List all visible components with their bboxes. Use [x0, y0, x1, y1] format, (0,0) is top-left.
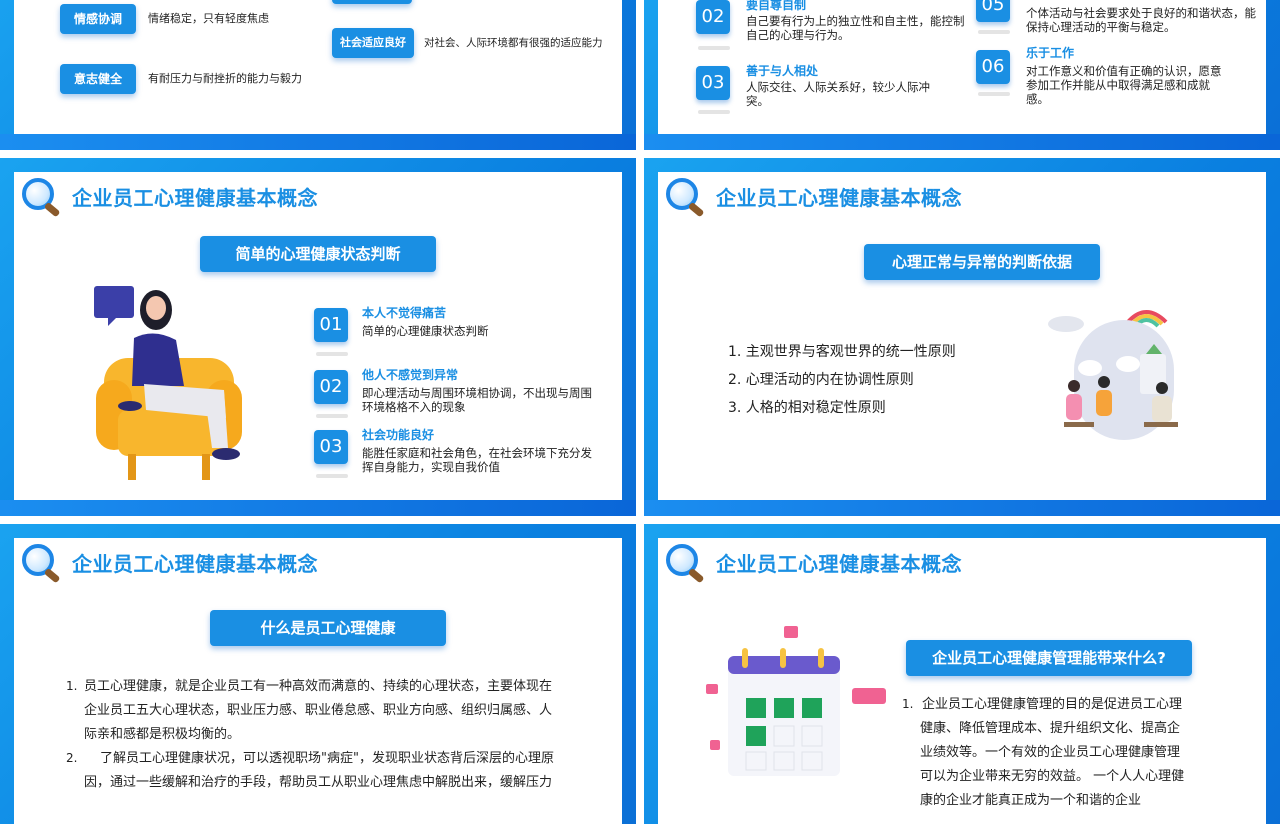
item-05-text: 个体活动与社会要求处于良好的和谐状态，能保持心理活动的平衡与稳定。: [1026, 6, 1256, 34]
subtitle-pill: 心理正常与异常的判断依据: [864, 244, 1100, 280]
item-01-num: 01: [314, 308, 348, 342]
item-01-text: 简单的心理健康状态判断: [362, 324, 489, 338]
magnifier-icon: [18, 176, 64, 218]
slide-mid-left[interactable]: 企业员工心理健康基本概念 简单的心理健康状态判断 01 本人不觉得痛苦 简单的心…: [0, 158, 636, 516]
slide-bottom-right[interactable]: 企业员工心理健康基本概念 企业员工心理健康管理能带来什么? 1. 企业员工心理健康…: [644, 524, 1280, 824]
people-talking-illustration: [1048, 310, 1178, 440]
item-06-num: 06: [976, 50, 1010, 84]
tag-emotion-desc: 情绪稳定，只有轻度焦虑: [148, 12, 269, 25]
slide-title: 企业员工心理健康基本概念: [72, 185, 318, 210]
list-item: 3. 人格的相对稳定性原则: [728, 400, 886, 416]
item-05-num: 05: [976, 0, 1010, 22]
tag-social-desc: 对社会、人际环境都有很强的适应能力: [424, 37, 603, 49]
item-03-title: 社会功能良好: [362, 428, 435, 442]
slide-title: 企业员工心理健康基本概念: [716, 185, 962, 210]
paragraph-1: 1. 员工心理健康，就是企业员工有一种高效而满意的、持续的心理状态，主要体现在 企…: [66, 679, 553, 742]
item-02-title: 他人不感觉到异常: [362, 368, 459, 382]
tag-social: 社会适应良好: [332, 28, 414, 58]
slide-header: 企业员工心理健康基本概念: [18, 542, 318, 584]
list-item: 2. 心理活动的内在协调性原则: [728, 372, 914, 388]
slide-title: 企业员工心理健康基本概念: [716, 551, 962, 576]
subtitle-pill: 简单的心理健康状态判断: [200, 236, 436, 272]
item-03-num: 03: [314, 430, 348, 464]
paragraph-1: 1. 企业员工心理健康管理的目的是促进员工心理 健康、降低管理成本、提升组织文化、…: [902, 697, 1185, 808]
tag-partial: [332, 0, 412, 4]
subtitle-pill: 什么是员工心理健康: [210, 610, 446, 646]
item-06-text: 对工作意义和价值有正确的认识，愿意参加工作并能从中取得满足感和成就感。: [1026, 64, 1222, 106]
item-02-num: 02: [696, 0, 730, 34]
criteria-list: 1. 主观世界与客观世界的统一性原则 2. 心理活动的内在协调性原则 3. 人格…: [728, 338, 956, 422]
magnifier-icon: [18, 542, 64, 584]
item-06-title: 乐于工作: [1026, 46, 1075, 60]
calendar-illustration: [706, 626, 886, 776]
item-03-text: 能胜任家庭和社会角色，在社会环境下充分发挥自身能力，实现自我价值: [362, 446, 592, 474]
slide-header: 企业员工心理健康基本概念: [662, 542, 962, 584]
paragraph-2: 2. 了解员工心理健康状况，可以透视职场"病症"，发现职业状态背后深层的心理原 因…: [66, 751, 554, 790]
item-01-title: 本人不觉得痛苦: [362, 306, 447, 320]
tag-emotion: 情感协调: [60, 4, 136, 34]
woman-armchair-illustration: [94, 286, 242, 480]
slide-top-right[interactable]: 02 要自尊自制 自己要有行为上的独立性和自主性，能控制自己的心理与行为。 03…: [644, 0, 1280, 150]
tag-will: 意志健全: [60, 64, 136, 94]
slide-bottom-left[interactable]: 企业员工心理健康基本概念 什么是员工心理健康 1. 员工心理健康，就是企业员工有一…: [0, 524, 636, 824]
item-02-text: 自己要有行为上的独立性和自主性，能控制自己的心理与行为。: [746, 14, 965, 42]
slide-title: 企业员工心理健康基本概念: [72, 551, 318, 576]
slide-header: 企业员工心理健康基本概念: [18, 176, 318, 218]
slide-top-left[interactable]: 情感协调 情绪稳定，只有轻度焦虑 意志健全 有耐压力与耐挫折的能力与毅力 社会适…: [0, 0, 636, 150]
item-02-title: 要自尊自制: [746, 0, 807, 12]
item-02-num: 02: [314, 370, 348, 404]
slide-header: 企业员工心理健康基本概念: [662, 176, 962, 218]
item-03-text: 人际交往、人际关系好，较少人际冲突。: [746, 80, 930, 108]
magnifier-icon: [662, 542, 708, 584]
subtitle-pill: 企业员工心理健康管理能带来什么?: [906, 640, 1192, 676]
magnifier-icon: [662, 176, 708, 218]
item-03-title: 善于与人相处: [746, 64, 819, 78]
slide-mid-right[interactable]: 企业员工心理健康基本概念 心理正常与异常的判断依据 1. 主观世界与客观世界的统…: [644, 158, 1280, 516]
list-item: 1. 主观世界与客观世界的统一性原则: [728, 344, 956, 360]
tag-will-desc: 有耐压力与耐挫折的能力与毅力: [148, 72, 302, 85]
item-03-num: 03: [696, 66, 730, 100]
item-02-text: 即心理活动与周围环境相协调，不出现与周围环境格格不入的现象: [362, 386, 592, 414]
